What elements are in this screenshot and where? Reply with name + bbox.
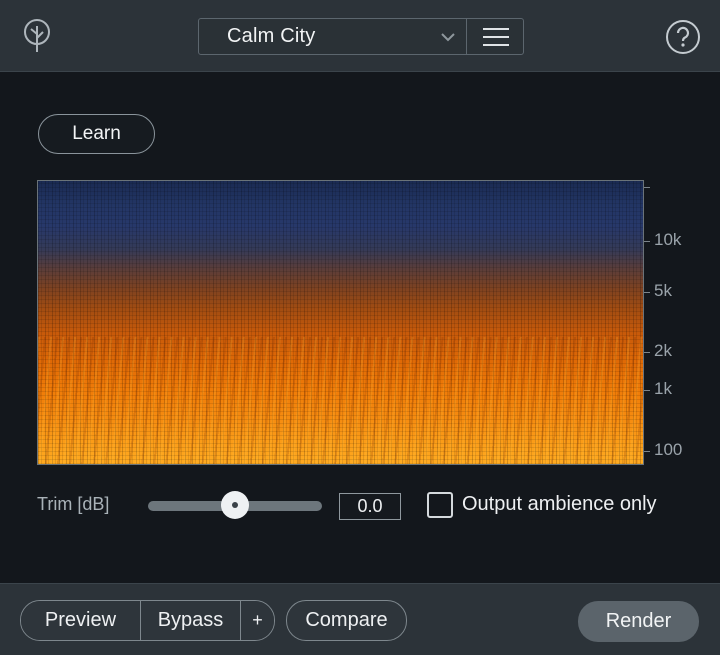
- output-ambience-label: Output ambience only: [462, 493, 657, 515]
- freq-label-100: 100: [654, 440, 683, 459]
- freq-tick: [644, 241, 650, 242]
- preview-button[interactable]: Preview: [21, 601, 140, 640]
- plugin-window: Calm City Learn 10k 5k 2k 1k 100 Trim [d…: [0, 0, 720, 655]
- header-bar: Calm City: [0, 0, 720, 72]
- preset-menu-button[interactable]: [466, 18, 524, 55]
- preset-dropdown[interactable]: Calm City: [198, 18, 467, 55]
- freq-label-2k: 2k: [654, 341, 672, 360]
- freq-tick: [644, 451, 650, 452]
- trim-value-field[interactable]: 0.0: [339, 493, 401, 520]
- trim-slider-handle[interactable]: [221, 491, 249, 519]
- freq-label-5k: 5k: [654, 281, 672, 300]
- freq-tick: [644, 390, 650, 391]
- question-circle-icon[interactable]: [665, 19, 701, 55]
- output-ambience-checkbox[interactable]: [427, 492, 453, 518]
- freq-tick: [644, 352, 650, 353]
- spectrogram-display: [37, 180, 644, 465]
- bypass-button[interactable]: Bypass: [140, 601, 240, 640]
- compare-button[interactable]: Compare: [286, 600, 407, 641]
- freq-tick: [644, 292, 650, 293]
- add-button[interactable]: +: [240, 601, 274, 640]
- freq-label-1k: 1k: [654, 379, 672, 398]
- render-button[interactable]: Render: [578, 601, 699, 642]
- chevron-down-icon: [440, 29, 456, 45]
- tree-icon: [20, 18, 54, 54]
- spectrogram-low-energy: [38, 336, 643, 464]
- preset-name: Calm City: [227, 25, 316, 47]
- freq-label-10k: 10k: [654, 230, 682, 249]
- preview-bypass-group: Preview Bypass +: [20, 600, 275, 641]
- learn-button[interactable]: Learn: [38, 114, 155, 154]
- freq-tick: [644, 187, 650, 188]
- footer-bar: Preview Bypass + Compare Render: [0, 583, 720, 655]
- trim-label: Trim [dB]: [37, 494, 110, 514]
